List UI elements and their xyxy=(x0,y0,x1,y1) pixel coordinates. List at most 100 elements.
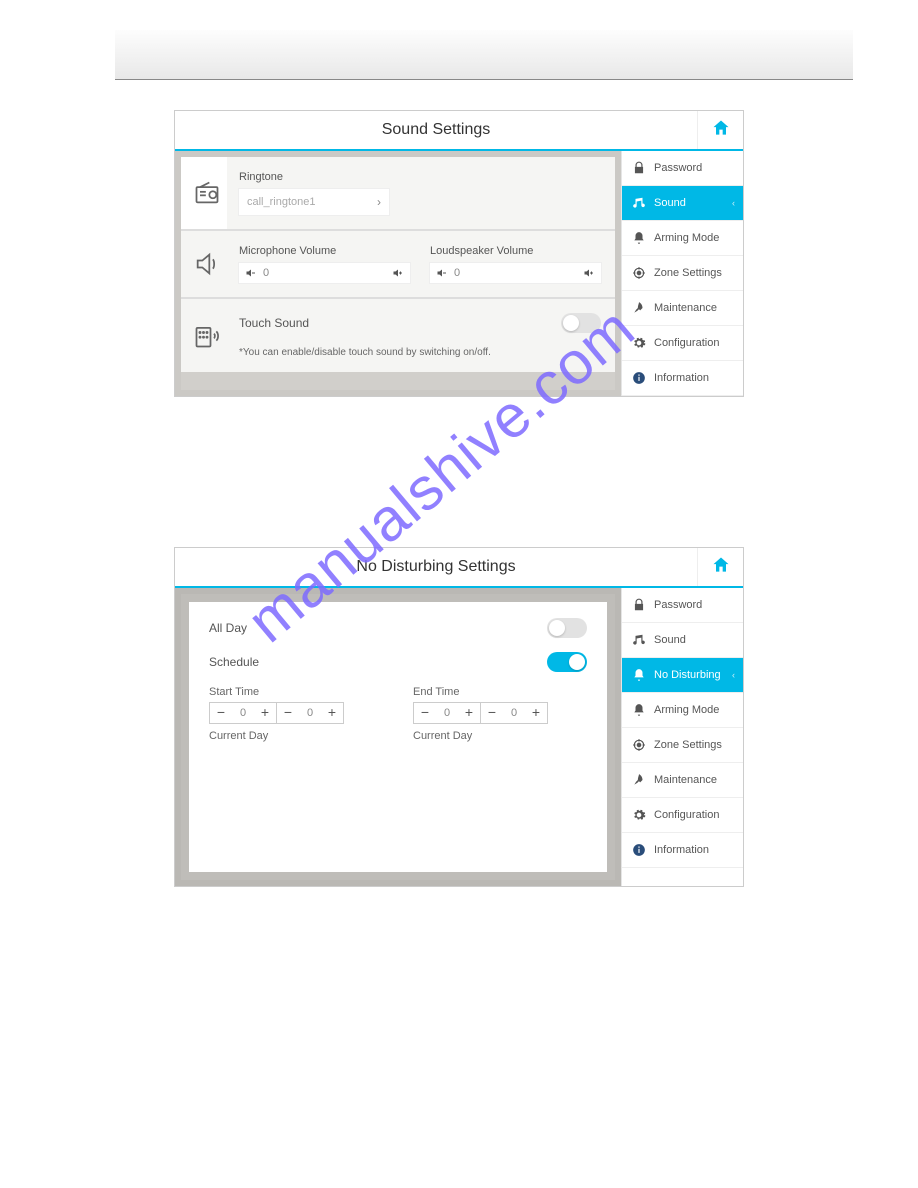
target-icon xyxy=(630,736,648,754)
sidebar-item-label: Information xyxy=(654,372,709,384)
music-icon xyxy=(630,631,648,649)
info-icon xyxy=(630,369,648,387)
touch-sound-toggle[interactable] xyxy=(561,313,601,333)
sidebar-item-label: Configuration xyxy=(654,809,719,821)
volume-card: Microphone Volume 0 Loudspeaker Volume 0 xyxy=(181,231,615,299)
sidebar-item-label: Sound xyxy=(654,634,686,646)
plus-button[interactable]: + xyxy=(525,705,547,721)
sidebar-item-no-disturbing[interactable]: No Disturbing ‹ xyxy=(622,658,743,693)
sidebar-item-label: Password xyxy=(654,162,702,174)
end-hour-value: 0 xyxy=(436,707,458,719)
info-icon xyxy=(630,841,648,859)
end-time-col: End Time − 0 + − 0 + xyxy=(413,686,587,742)
home-button[interactable] xyxy=(697,548,743,586)
target-icon xyxy=(630,264,648,282)
start-current-day: Current Day xyxy=(209,730,383,742)
chevron-left-icon: ‹ xyxy=(732,198,735,208)
chevron-left-icon: ‹ xyxy=(732,670,735,680)
titlebar: Sound Settings xyxy=(175,111,743,151)
lock-icon xyxy=(630,159,648,177)
sidebar-item-label: Zone Settings xyxy=(654,739,722,751)
sidebar-item-password[interactable]: Password xyxy=(622,588,743,623)
home-button[interactable] xyxy=(697,111,743,149)
sound-settings-screen: Sound Settings Ringtone call_ringtone1 › xyxy=(174,110,744,397)
settings-card: All Day Schedule Start Time − 0 + xyxy=(189,602,607,872)
ringtone-label: Ringtone xyxy=(239,171,601,183)
end-minute-spinner[interactable]: − 0 + xyxy=(481,702,548,724)
speaker-volume-label: Loudspeaker Volume xyxy=(430,245,601,257)
sidebar-item-zone-settings[interactable]: Zone Settings xyxy=(622,256,743,291)
minus-button[interactable]: − xyxy=(210,705,232,721)
ringtone-card: Ringtone call_ringtone1 › xyxy=(181,157,615,231)
rocket-icon xyxy=(630,299,648,317)
sidebar-item-configuration[interactable]: Configuration xyxy=(622,326,743,361)
sidebar-item-maintenance[interactable]: Maintenance xyxy=(622,291,743,326)
touch-sound-label: Touch Sound xyxy=(239,316,561,330)
sidebar-item-password[interactable]: Password xyxy=(622,151,743,186)
sidebar-item-sound[interactable]: Sound ‹ xyxy=(622,186,743,221)
radio-icon xyxy=(193,179,221,207)
speaker-icon xyxy=(193,250,221,278)
schedule-toggle[interactable] xyxy=(547,652,587,672)
mic-volume-control[interactable]: 0 xyxy=(239,263,410,283)
ringtone-select[interactable]: call_ringtone1 › xyxy=(239,189,389,215)
end-minute-value: 0 xyxy=(503,707,525,719)
gear-icon xyxy=(630,806,648,824)
start-time-col: Start Time − 0 + − 0 + xyxy=(209,686,383,742)
plus-button[interactable]: + xyxy=(321,705,343,721)
music-icon xyxy=(630,194,648,212)
all-day-toggle[interactable] xyxy=(547,618,587,638)
page-title: No Disturbing Settings xyxy=(175,548,697,586)
page-title: Sound Settings xyxy=(175,111,697,149)
sidebar-item-information[interactable]: Information xyxy=(622,833,743,868)
main-content: All Day Schedule Start Time − 0 + xyxy=(175,588,621,886)
end-hour-spinner[interactable]: − 0 + xyxy=(413,702,481,724)
sidebar-item-label: Maintenance xyxy=(654,774,717,786)
header-gradient xyxy=(115,30,853,80)
sidebar: Password Sound No Disturbing ‹ Arming Mo… xyxy=(621,588,743,886)
sidebar-item-label: No Disturbing xyxy=(654,669,721,681)
start-hour-spinner[interactable]: − 0 + xyxy=(209,702,277,724)
sidebar-item-label: Password xyxy=(654,599,702,611)
minus-button[interactable]: − xyxy=(277,705,299,721)
titlebar: No Disturbing Settings xyxy=(175,548,743,588)
sidebar-item-configuration[interactable]: Configuration xyxy=(622,798,743,833)
start-time-label: Start Time xyxy=(209,686,383,698)
bell-icon xyxy=(630,229,648,247)
schedule-label: Schedule xyxy=(209,655,547,669)
end-time-label: End Time xyxy=(413,686,587,698)
sidebar-item-label: Zone Settings xyxy=(654,267,722,279)
start-hour-value: 0 xyxy=(232,707,254,719)
all-day-label: All Day xyxy=(209,621,547,635)
bell-off-icon xyxy=(630,666,648,684)
chevron-right-icon: › xyxy=(377,195,381,209)
bell-icon xyxy=(630,701,648,719)
sidebar-item-arming-mode[interactable]: Arming Mode xyxy=(622,693,743,728)
sidebar-item-zone-settings[interactable]: Zone Settings xyxy=(622,728,743,763)
sidebar-item-label: Maintenance xyxy=(654,302,717,314)
sidebar-item-information[interactable]: Information xyxy=(622,361,743,396)
speaker-volume-control[interactable]: 0 xyxy=(430,263,601,283)
volume-down-icon[interactable] xyxy=(436,267,448,279)
home-icon xyxy=(711,118,731,143)
end-current-day: Current Day xyxy=(413,730,587,742)
volume-up-icon[interactable] xyxy=(583,267,595,279)
gear-icon xyxy=(630,334,648,352)
speaker-volume-value: 0 xyxy=(448,267,583,279)
minus-button[interactable]: − xyxy=(481,705,503,721)
no-disturbing-screen: No Disturbing Settings All Day Schedule … xyxy=(174,547,744,887)
minus-button[interactable]: − xyxy=(414,705,436,721)
plus-button[interactable]: + xyxy=(254,705,276,721)
start-minute-spinner[interactable]: − 0 + xyxy=(277,702,344,724)
sidebar-item-arming-mode[interactable]: Arming Mode xyxy=(622,221,743,256)
sidebar-item-maintenance[interactable]: Maintenance xyxy=(622,763,743,798)
start-minute-value: 0 xyxy=(299,707,321,719)
sidebar-item-sound[interactable]: Sound xyxy=(622,623,743,658)
sidebar-item-label: Configuration xyxy=(654,337,719,349)
volume-down-icon[interactable] xyxy=(245,267,257,279)
touch-sound-icon xyxy=(193,322,221,350)
plus-button[interactable]: + xyxy=(458,705,480,721)
sidebar-item-label: Arming Mode xyxy=(654,704,719,716)
volume-up-icon[interactable] xyxy=(392,267,404,279)
main-content: Ringtone call_ringtone1 › Microphone Vol… xyxy=(175,151,621,396)
